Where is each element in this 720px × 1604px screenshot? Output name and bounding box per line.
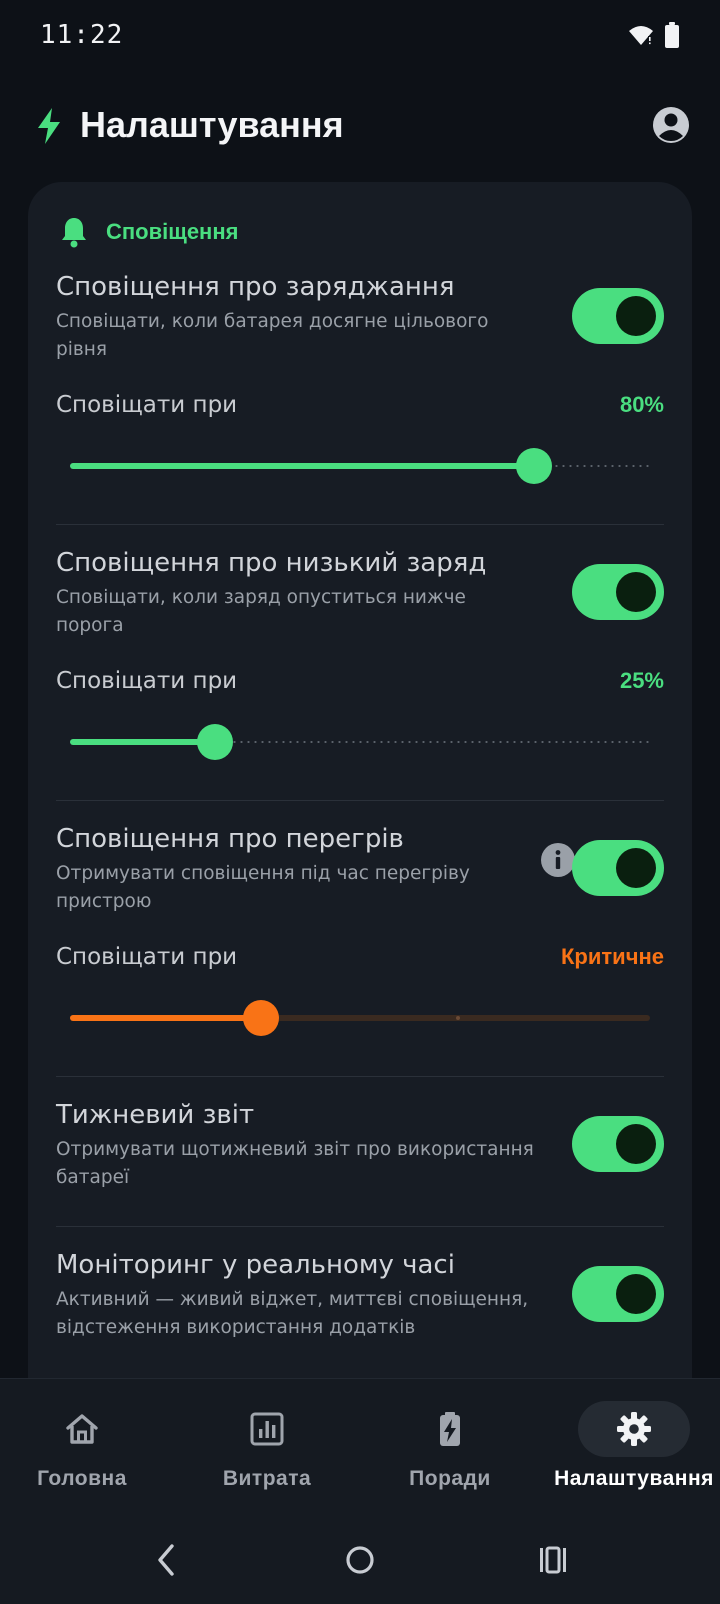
setting-description: Отримувати щотижневий звіт про використа… [56,1139,534,1188]
nav-item-settings[interactable]: Налаштування [544,1379,720,1490]
setting-description: Активний — живий віджет, миттєві сповіще… [56,1289,529,1338]
divider [56,1226,664,1227]
status-bar: 11:22 [0,0,720,72]
setting-title: Сповіщення про низький заряд [56,548,487,578]
setting-description: Сповіщати, коли заряд опуститься нижче п… [56,587,466,636]
setting-overheat-notification: Сповіщення про перегрів Отримувати спові… [56,824,664,1054]
nav-item-tips[interactable]: Поради [360,1379,540,1490]
settings-gear-icon [617,1412,651,1446]
threshold-value: 80% [619,392,664,417]
recents-icon[interactable] [523,1530,583,1590]
setting-description: Сповіщати, коли батарея досягне цільовог… [56,311,489,360]
threshold-value: 25% [619,668,664,693]
system-navigation [0,1530,720,1590]
bolt-icon [38,108,60,144]
home-icon [66,1414,98,1444]
charge-notification-toggle[interactable] [572,288,664,344]
divider [56,524,664,525]
toggle-knob [616,296,656,336]
threshold-label: Сповіщати при [56,392,238,418]
setting-title: Сповіщення про заряджання [56,272,455,302]
nav-label: Головна [37,1467,127,1490]
low-charge-threshold-slider[interactable] [70,722,650,762]
status-time: 11:22 [40,20,124,50]
setting-weekly-report: Тижневий звіт Отримувати щотижневий звіт… [56,1100,664,1220]
page-title: Налаштування [80,104,344,145]
battery-charging-icon [440,1412,460,1446]
chart-icon [250,1412,284,1446]
threshold-label: Сповіщати при [56,944,238,970]
section-header: Сповіщення [60,212,238,252]
app-header: Налаштування [0,90,720,162]
nav-item-home[interactable]: Головна [0,1379,172,1490]
battery-icon [665,22,679,48]
nav-icon-container [26,1401,138,1457]
overheat-notification-toggle[interactable] [572,840,664,896]
setting-title: Тижневий звіт [56,1100,255,1130]
bell-icon [62,218,86,248]
setting-title: Моніторинг у реальному часі [56,1250,455,1280]
status-icons [628,22,680,48]
weekly-report-toggle[interactable] [572,1116,664,1172]
back-icon[interactable] [136,1530,196,1590]
nav-label: Поради [409,1467,491,1490]
slider-thumb[interactable] [243,1000,279,1036]
realtime-monitoring-toggle[interactable] [572,1266,664,1322]
section-label: Сповіщення [106,219,239,244]
notifications-card: Сповіщення Сповіщення про заряджання Спо… [28,182,692,1422]
slider-fill [70,463,534,469]
slider-fill [70,1015,261,1021]
setting-low-charge-notification: Сповіщення про низький заряд Сповіщати, … [56,548,664,778]
setting-realtime-monitoring: Моніторинг у реальному часі Активний — ж… [56,1250,664,1370]
slider-step-mark [456,1016,460,1020]
nav-item-usage[interactable]: Витрата [177,1379,357,1490]
divider [56,1076,664,1077]
nav-icon-container [394,1401,506,1457]
home-circle-icon[interactable] [330,1530,390,1590]
threshold-row: Сповіщати при Критичне [56,944,664,976]
account-icon[interactable] [652,106,690,144]
toggle-knob [616,1274,656,1314]
overheat-threshold-slider[interactable] [70,998,650,1038]
toggle-knob [616,1124,656,1164]
nav-label: Налаштування [554,1467,714,1490]
slider-thumb[interactable] [197,724,233,760]
low-charge-notification-toggle[interactable] [572,564,664,620]
nav-icon-container [211,1401,323,1457]
wifi-icon [629,26,653,45]
threshold-row: Сповіщати при 80% [56,392,664,424]
toggle-knob [616,572,656,612]
nav-icon-container [578,1401,690,1457]
threshold-row: Сповіщати при 25% [56,668,664,700]
info-icon[interactable] [540,842,576,878]
slider-thumb[interactable] [516,448,552,484]
threshold-value: Критичне [561,944,664,969]
setting-charge-notification: Сповіщення про заряджання Сповіщати, кол… [56,272,664,502]
divider [56,800,664,801]
nav-label: Витрата [222,1467,312,1490]
charge-threshold-slider[interactable] [70,446,650,486]
toggle-knob [616,848,656,888]
slider-fill [70,739,215,745]
threshold-label: Сповіщати при [56,668,238,694]
setting-description: Отримувати сповіщення під час перегріву … [56,863,470,912]
